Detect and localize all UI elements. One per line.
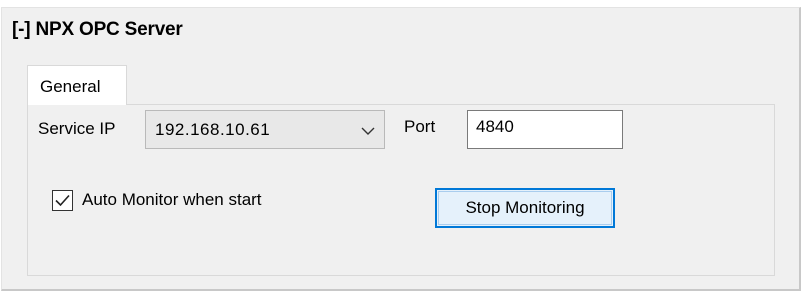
port-input[interactable] [467, 110, 623, 149]
service-ip-dropdown[interactable]: 192.168.10.61 [145, 110, 385, 149]
auto-monitor-checkbox[interactable] [52, 190, 73, 211]
service-ip-value: 192.168.10.61 [155, 120, 271, 139]
section-title[interactable]: [-] NPX OPC Server [12, 19, 183, 41]
tab-general[interactable]: General [27, 65, 127, 105]
checkmark-icon [55, 194, 70, 207]
chevron-down-icon [361, 123, 375, 135]
stop-monitoring-label: Stop Monitoring [465, 198, 585, 217]
service-ip-label: Service IP [38, 119, 116, 138]
port-label: Port [404, 117, 436, 136]
stop-monitoring-button[interactable]: Stop Monitoring [435, 188, 615, 228]
auto-monitor-label[interactable]: Auto Monitor when start [82, 190, 262, 210]
